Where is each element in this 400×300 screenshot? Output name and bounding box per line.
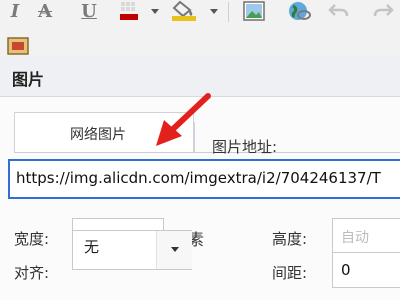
highlight-color-button[interactable] — [170, 0, 222, 22]
height-input[interactable]: 自动 — [332, 218, 400, 254]
align-label: 对齐: — [14, 264, 50, 282]
paint-bucket-icon — [172, 0, 218, 21]
undo-icon — [328, 4, 349, 17]
template-button[interactable] — [6, 36, 30, 56]
underline-button[interactable]: U — [78, 0, 100, 22]
dialog-title: 图片 — [12, 70, 45, 89]
align-dropdown-button[interactable] — [156, 231, 192, 269]
redo-icon — [373, 4, 394, 17]
link-globe-icon — [289, 2, 311, 20]
picture-frame-icon — [7, 37, 29, 55]
red-arrow-annotation — [156, 93, 211, 146]
align-select-value: 无 — [84, 238, 100, 256]
undo-button[interactable] — [326, 0, 352, 22]
dialog-header — [0, 56, 400, 97]
insert-image-button[interactable] — [242, 0, 266, 22]
toolbar-separator — [228, 2, 229, 22]
redo-button[interactable] — [370, 0, 396, 22]
spacing-input[interactable]: 0 — [332, 252, 400, 288]
width-label: 宽度: — [14, 230, 50, 248]
image-icon — [243, 1, 265, 21]
height-label: 高度: — [272, 230, 308, 248]
font-color-icon — [120, 2, 159, 20]
font-color-button[interactable] — [118, 0, 162, 22]
tab-web-image-label: 网络图片 — [70, 127, 126, 143]
insert-link-button[interactable] — [286, 0, 312, 22]
image-url-input[interactable]: https://img.alicdn.com/imgextra/i2/70424… — [8, 159, 400, 199]
strikethrough-button[interactable]: A — [34, 0, 56, 22]
image-url-label: 图片地址: — [212, 138, 278, 156]
chevron-down-icon — [171, 247, 179, 252]
italic-button[interactable]: I — [4, 0, 26, 22]
spacing-label: 间距: — [272, 264, 308, 282]
